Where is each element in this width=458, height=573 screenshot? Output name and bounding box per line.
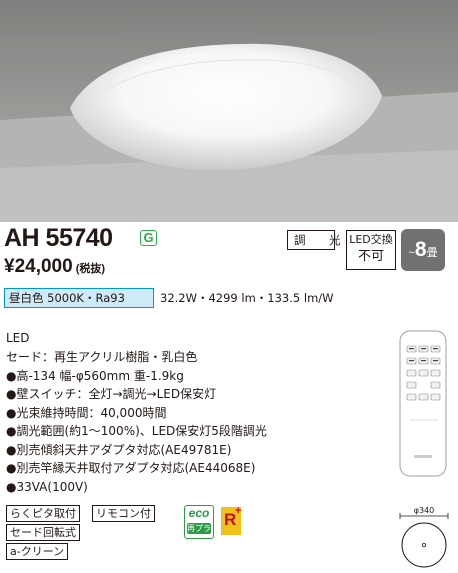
model-number: AH 55740 xyxy=(4,224,113,252)
led-replace-line2: 不可 xyxy=(357,249,384,264)
r-plus-mark: R + xyxy=(221,505,241,535)
color-temperature-tag: 昼白色 5000K・Ra93 xyxy=(4,288,154,308)
tax-note: (税抜) xyxy=(75,263,106,275)
price: ¥24,000 (税抜) xyxy=(4,256,105,278)
feature-item: セード：再生アクリル樹脂・乳白色 xyxy=(6,350,198,364)
eco-recycled-plastic-mark: eco 再プラ xyxy=(184,505,214,539)
tag-shade-rotate: セード回転式 xyxy=(6,524,80,541)
feature-item: ●光束維持時間：40,000時間 xyxy=(6,405,167,420)
price-value: ¥24,000 xyxy=(4,256,73,277)
tatami-unit: 畳 xyxy=(426,247,438,259)
eco-label: eco xyxy=(188,506,210,520)
recycled-plastic-label: 再プラ xyxy=(187,523,211,534)
tag-rakupita: らくピタ取付 xyxy=(6,505,80,522)
tatami-number: 8 xyxy=(414,238,427,261)
remote-control-illustration xyxy=(398,330,448,482)
diameter-drawing-icon: φ340 xyxy=(399,506,449,568)
r-plus-sup: + xyxy=(235,505,242,517)
tag-a-clean: a-クリーン xyxy=(6,543,69,560)
diameter-label: φ340 xyxy=(414,506,435,515)
tatami-size-badge: ~8畳 xyxy=(401,229,445,271)
led-replace-badge: LED交換 不可 xyxy=(346,230,396,270)
feature-item: ●壁スイッチ：全灯→調光→LED保安灯 xyxy=(6,387,217,401)
dimming-badge: 調 光 xyxy=(287,230,341,250)
led-replace-line1: LED交換 xyxy=(349,233,393,246)
dimension-drawing: φ340 xyxy=(392,505,456,573)
feature-item: ●高-134 幅-φ560mm 重-1.9kg xyxy=(6,368,184,383)
product-photo xyxy=(0,0,458,222)
power-spec: 32.2W・4299 lm・133.5 lm/W xyxy=(160,291,334,305)
remote-control-icon xyxy=(399,330,447,477)
green-purchase-badge: G xyxy=(140,230,157,246)
tag-remote: リモコン付 xyxy=(92,505,155,522)
light-source-title: LED xyxy=(6,331,30,345)
feature-item: ●別売傾斜天井アダプタ対応(AE49781E) xyxy=(6,442,232,457)
feature-item: ●調光範囲(約1～100%)、LED保安灯5段階調光 xyxy=(6,424,267,438)
feature-item: ●33VA(100V) xyxy=(6,479,88,494)
ceiling-light-image xyxy=(0,0,458,222)
feature-list: セード：再生アクリル樹脂・乳白色 ●高-134 幅-φ560mm 重-1.9kg… xyxy=(6,348,267,496)
feature-item: ●別売竿縁天井取付アダプタ対応(AE44068E) xyxy=(6,461,256,475)
